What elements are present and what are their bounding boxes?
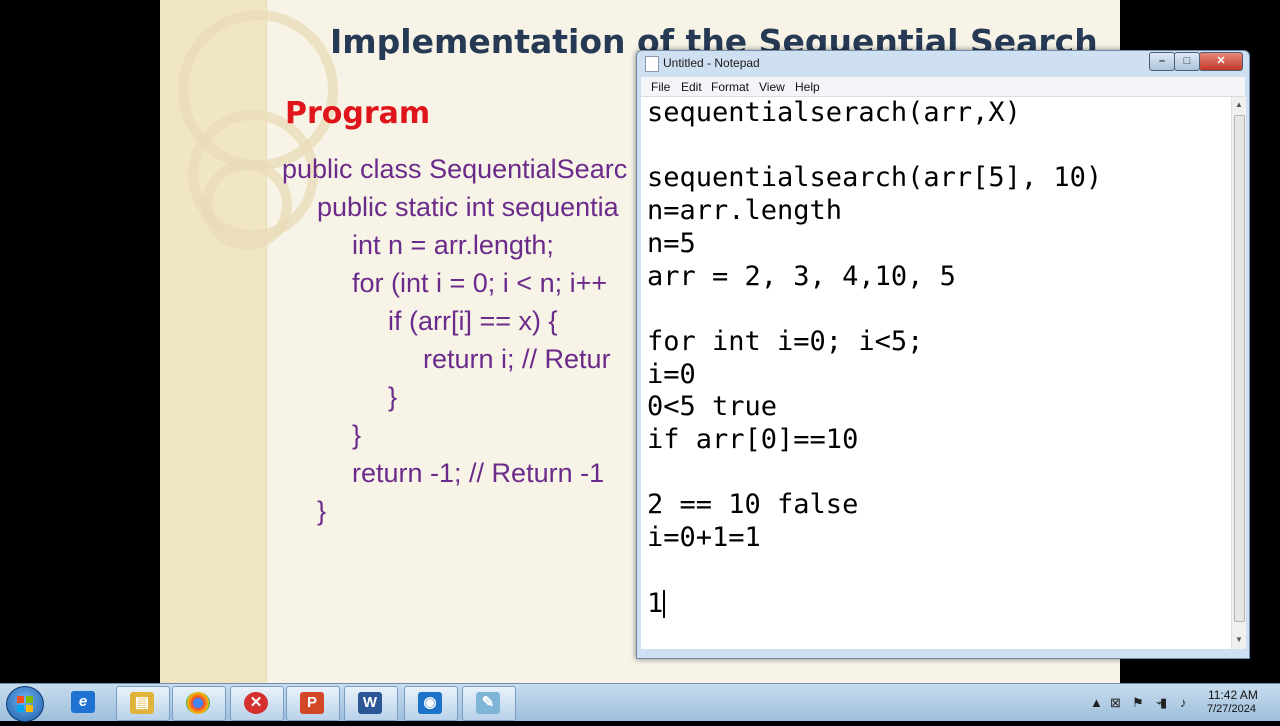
file-explorer-icon: ▤ <box>130 692 154 714</box>
camera-app-icon: ◉ <box>418 692 442 714</box>
powerpoint-icon: P <box>300 692 324 714</box>
menu-view[interactable]: View <box>759 80 785 94</box>
taskbar: e ▤ ✕ P W ◉ ✎ ▲ ⊠ ⚑ ⌁ ▮ ♪ <box>0 683 1280 722</box>
notepad-app-icon <box>645 56 659 72</box>
window-title: Untitled - Notepad <box>663 56 760 70</box>
notepad-window[interactable]: Untitled - Notepad – □ ✕ File Edit Forma… <box>636 50 1250 659</box>
internet-explorer-icon: e <box>71 691 95 713</box>
code-line: } <box>352 420 362 450</box>
scroll-up-arrow[interactable]: ▲ <box>1235 100 1243 109</box>
menu-bar: File Edit Format View Help <box>641 77 1245 97</box>
code-line: } <box>388 382 398 412</box>
taskbar-app-chrome[interactable] <box>172 686 226 721</box>
menu-edit[interactable]: Edit <box>681 80 702 94</box>
taskbar-app-word[interactable]: W <box>344 686 398 721</box>
code-line: if (arr[i] == x) { <box>388 306 558 336</box>
code-line: int n = arr.length; <box>352 230 554 260</box>
clock-date[interactable]: 7/27/2024 <box>1207 703 1256 715</box>
taskbar-app-explorer[interactable]: ▤ <box>116 686 170 721</box>
windows-logo-icon <box>17 696 33 712</box>
slide-decoration-circle <box>202 160 292 250</box>
vertical-scrollbar[interactable]: ▲ ▼ <box>1231 97 1246 649</box>
clock-time[interactable]: 11:42 AM <box>1208 688 1258 702</box>
close-app-icon: ✕ <box>244 692 268 714</box>
taskbar-app-close[interactable]: ✕ <box>230 686 284 721</box>
network-icon[interactable]: ▮ <box>1160 695 1167 711</box>
word-icon: W <box>358 692 382 714</box>
code-line: return i; // Retur <box>423 344 611 374</box>
taskbar-app-camera[interactable]: ◉ <box>404 686 458 721</box>
code-line: public static int sequentia <box>317 192 619 222</box>
chrome-icon <box>186 692 210 714</box>
volume-icon[interactable]: ♪ <box>1180 695 1187 710</box>
text-editor-area[interactable]: sequentialserach(arr,X) sequentialsearch… <box>641 97 1231 649</box>
scroll-down-arrow[interactable]: ▼ <box>1235 635 1243 644</box>
minimize-button[interactable]: – <box>1149 52 1175 71</box>
tray-app-icon[interactable]: ⊠ <box>1110 695 1121 711</box>
show-hidden-icons-icon[interactable]: ▲ <box>1090 695 1103 710</box>
menu-help[interactable]: Help <box>795 80 820 94</box>
maximize-button[interactable]: □ <box>1174 52 1200 71</box>
taskbar-app-ie[interactable]: e <box>58 686 110 719</box>
tray-security-icon[interactable]: ⚑ <box>1132 695 1144 711</box>
slide-heading: Program <box>285 96 431 131</box>
taskbar-app-notepad[interactable]: ✎ <box>462 686 516 721</box>
code-line: public class SequentialSearc <box>282 154 628 184</box>
editor-text[interactable]: sequentialserach(arr,X) sequentialsearch… <box>647 97 1102 620</box>
taskbar-app-powerpoint[interactable]: P <box>286 686 340 721</box>
code-line: for (int i = 0; i < n; i++ <box>352 268 608 298</box>
start-button[interactable] <box>6 686 44 722</box>
scrollbar-thumb[interactable] <box>1234 115 1245 622</box>
editor-content: sequentialserach(arr,X) sequentialsearch… <box>647 97 1103 619</box>
menu-file[interactable]: File <box>651 80 670 94</box>
code-line: return -1; // Return -1 <box>352 458 605 488</box>
text-caret <box>663 590 666 619</box>
close-button[interactable]: ✕ <box>1199 52 1243 71</box>
code-line: } <box>317 496 327 526</box>
menu-format[interactable]: Format <box>711 80 749 94</box>
notepad-titlebar[interactable]: Untitled - Notepad – □ ✕ <box>637 51 1249 75</box>
notepad-icon: ✎ <box>476 692 500 714</box>
